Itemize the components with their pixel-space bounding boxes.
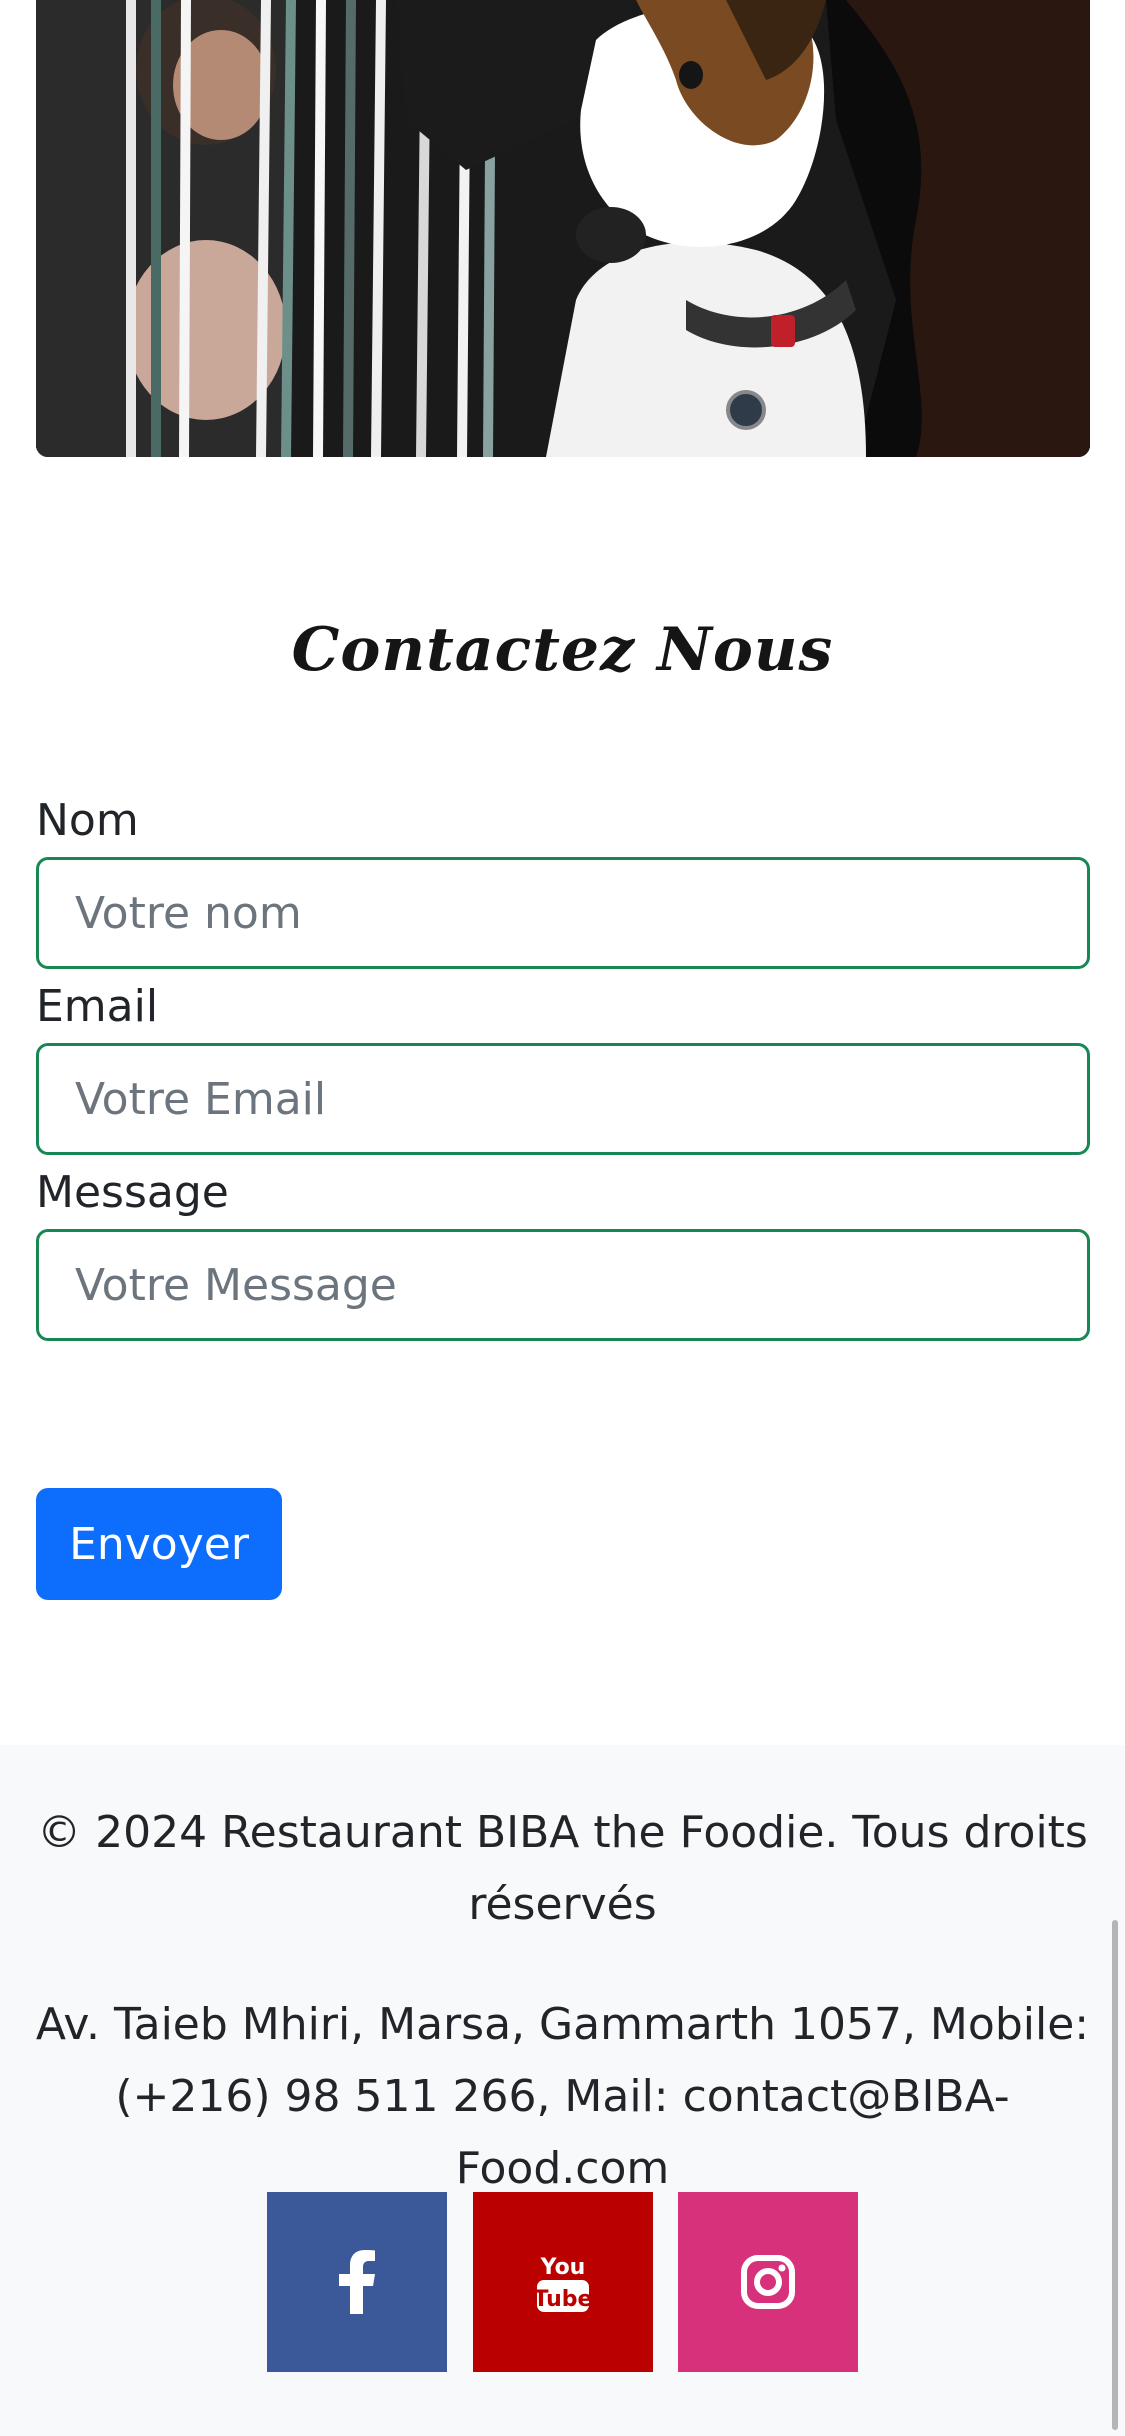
- svg-text:You: You: [540, 2255, 586, 2280]
- dog-photo: [36, 0, 1090, 457]
- svg-text:Tube: Tube: [535, 2287, 591, 2312]
- email-input[interactable]: [36, 1043, 1090, 1155]
- youtube-button[interactable]: You Tube: [473, 2192, 653, 2372]
- instagram-icon: [741, 2255, 795, 2309]
- contact-section-title: Contactez Nous: [291, 615, 834, 685]
- scrollbar[interactable]: [1112, 1920, 1118, 2430]
- facebook-icon: [339, 2250, 375, 2314]
- name-label: Nom: [36, 795, 139, 846]
- submit-button[interactable]: Envoyer: [36, 1488, 282, 1600]
- youtube-icon: You Tube: [535, 2255, 591, 2312]
- name-input[interactable]: [36, 857, 1090, 969]
- message-input[interactable]: [36, 1229, 1090, 1341]
- instagram-button[interactable]: [678, 2192, 858, 2372]
- copyright-text: © 2024 Restaurant BIBA the Foodie. Tous …: [37, 1807, 1088, 1930]
- message-label: Message: [36, 1167, 229, 1218]
- email-label: Email: [36, 981, 159, 1032]
- address-text: Av. Taieb Mhiri, Marsa, Gammarth 1057, M…: [35, 1999, 1090, 2194]
- facebook-button[interactable]: [267, 2192, 447, 2372]
